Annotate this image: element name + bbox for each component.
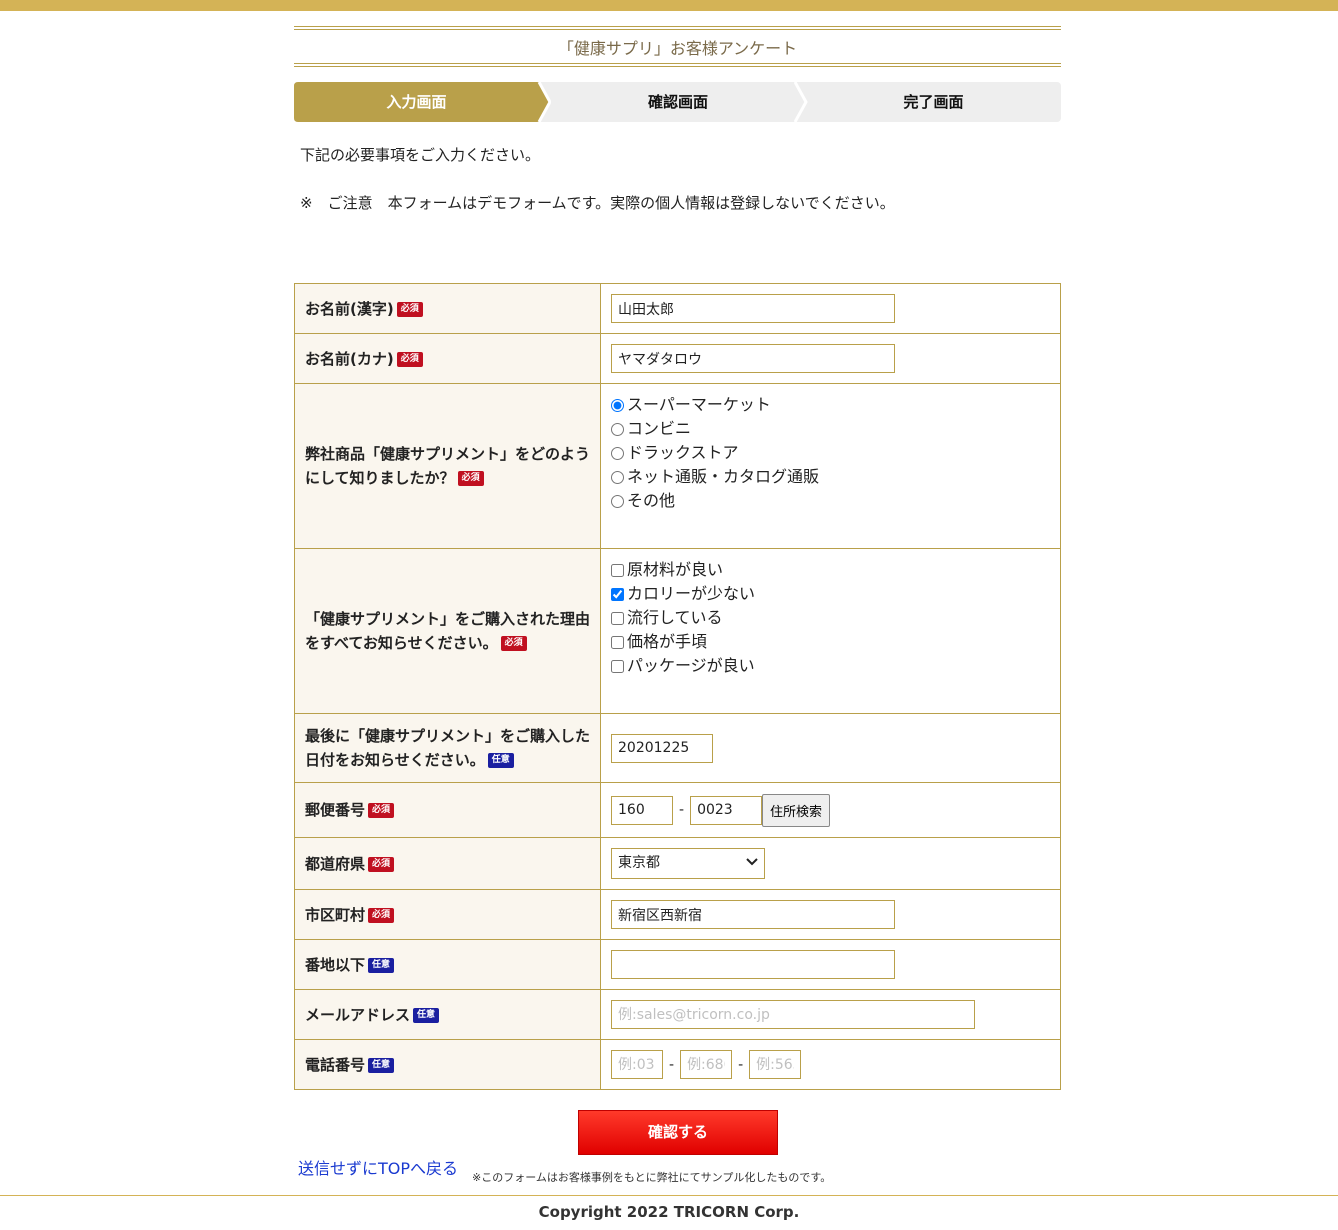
phone-part3-input[interactable] — [749, 1050, 802, 1079]
checkbox-price[interactable] — [611, 635, 624, 649]
reason-option[interactable]: 価格が手頃 — [611, 630, 1050, 654]
reason-option[interactable]: 原材料が良い — [611, 558, 1050, 582]
step-confirm: 確認画面 — [647, 93, 708, 111]
optional-badge: 任意 — [368, 957, 395, 973]
how-known-option[interactable]: ドラックストア — [611, 441, 1050, 465]
confirm-button[interactable]: 確認する — [578, 1110, 778, 1155]
address-input[interactable] — [611, 950, 895, 979]
how-known-option[interactable]: ネット通販・カタログ通販 — [611, 465, 1050, 489]
zip-label: 郵便番号 — [305, 801, 366, 819]
form-row-prefecture: 都道府県 必須 東京都 — [294, 837, 1061, 890]
form-row-name-kanji: お名前(漢字) 必須 — [294, 283, 1061, 334]
phone-separator: - — [669, 1056, 675, 1073]
zip-separator: - — [679, 802, 685, 818]
form-row-phone: 電話番号任意 - - — [294, 1039, 1061, 1090]
radio-convenience[interactable] — [611, 422, 624, 436]
phone-separator: - — [738, 1056, 744, 1073]
radio-supermarket[interactable] — [611, 398, 624, 412]
form-row-zip: 郵便番号必須 - 住所検索 — [294, 782, 1061, 838]
reason-option[interactable]: 流行している — [611, 606, 1050, 630]
radio-online[interactable] — [611, 470, 624, 484]
name-kanji-input[interactable] — [611, 294, 895, 323]
title-box: 「健康サプリ」お客様アンケート — [294, 26, 1061, 67]
progress-steps: 入力画面 確認画面 完了画面 — [294, 82, 1061, 122]
form-row-name-kana: お名前(カナ) 必須 — [294, 333, 1061, 384]
address-label: 番地以下 — [305, 955, 366, 974]
top-accent-bar — [0, 0, 1338, 11]
form-row-reasons: 「健康サプリメント」をご購入された理由をすべてお知らせください。 必須 原材料が良… — [294, 548, 1061, 714]
sample-note: ※このフォームはお客様事例をもとに弊社にてサンプル化したものです。 — [472, 1171, 832, 1184]
form-row-address: 番地以下 任意 — [294, 939, 1061, 990]
last-purchase-label: 最後に「健康サプリメント」をご購入した日付をお知らせください。 — [305, 727, 591, 769]
email-input[interactable] — [611, 1000, 975, 1029]
phone-part1-input[interactable] — [611, 1050, 663, 1079]
radio-drugstore[interactable] — [611, 446, 624, 460]
optional-badge: 任意 — [368, 1057, 395, 1073]
how-known-option[interactable]: その他 — [611, 489, 1050, 513]
back-to-top-link[interactable]: 送信せずにTOPへ戻る — [298, 1155, 458, 1179]
checkbox-ingredients[interactable] — [611, 563, 624, 577]
optional-badge: 任意 — [487, 753, 514, 768]
form-row-email: メールアドレス 任意 — [294, 989, 1061, 1040]
city-label: 市区町村 — [305, 905, 366, 924]
checkbox-trendy[interactable] — [611, 611, 624, 625]
required-badge: 必須 — [396, 301, 423, 317]
address-search-button[interactable]: 住所検索 — [762, 793, 831, 827]
page-title: 「健康サプリ」お客様アンケート — [557, 39, 798, 58]
required-badge: 必須 — [368, 803, 395, 818]
required-badge: 必須 — [500, 636, 527, 651]
phone-label: 電話番号 — [305, 1055, 366, 1074]
step-input: 入力画面 — [386, 93, 447, 111]
last-purchase-input[interactable] — [611, 733, 713, 763]
required-badge: 必須 — [368, 907, 395, 923]
how-known-option[interactable]: コンビニ — [611, 417, 1050, 441]
required-badge: 必須 — [368, 856, 395, 872]
prefecture-select[interactable]: 東京都 — [611, 848, 765, 879]
form-row-last-purchase: 最後に「健康サプリメント」をご購入した日付をお知らせください。 任意 — [294, 713, 1061, 783]
name-kanji-label: お名前(漢字) — [305, 299, 394, 318]
survey-form: お名前(漢字)必須 お名前(カナ)必須 弊社商品「健康サプリメント」をどのように… — [294, 283, 1061, 1090]
name-kana-label: お名前(カナ) — [305, 349, 394, 368]
phone-part2-input[interactable] — [680, 1050, 733, 1079]
optional-badge: 任意 — [413, 1007, 440, 1023]
zip-part2-input[interactable] — [690, 795, 763, 825]
reason-option[interactable]: パッケージが良い — [611, 654, 1050, 678]
copyright: Copyright 2022 TRICORN Corp. — [538, 1203, 800, 1221]
how-known-label: 弊社商品「健康サプリメント」をどのようにして知りましたか？ — [305, 445, 591, 487]
city-input[interactable] — [611, 900, 895, 929]
intro-text: 下記の必要事項をご入力ください。 — [300, 146, 541, 164]
zip-part1-input[interactable] — [611, 795, 673, 825]
step-complete: 完了画面 — [903, 93, 964, 111]
form-row-city: 市区町村 必須 — [294, 889, 1061, 940]
footer-divider — [0, 1195, 1338, 1196]
checkbox-package[interactable] — [611, 659, 624, 673]
how-known-option[interactable]: スーパーマーケット — [611, 393, 1050, 417]
demo-notice: ※ ご注意 本フォームはデモフォームです。実際の個人情報は登録しないでください。 — [300, 194, 895, 212]
name-kana-input[interactable] — [611, 344, 895, 373]
prefecture-label: 都道府県 — [305, 854, 366, 873]
required-badge: 必須 — [457, 471, 484, 486]
chevron-down-icon — [746, 858, 758, 866]
reasons-label: 「健康サプリメント」をご購入された理由をすべてお知らせください。 — [305, 610, 591, 652]
prefecture-selected-value: 東京都 — [618, 855, 660, 871]
reason-option[interactable]: カロリーが少ない — [611, 582, 1050, 606]
checkbox-low-calorie[interactable] — [611, 587, 624, 601]
form-row-how-known: 弊社商品「健康サプリメント」をどのようにして知りましたか？ 必須 スーパーマーケッ… — [294, 383, 1061, 549]
required-badge: 必須 — [396, 351, 423, 367]
email-label: メールアドレス — [305, 1005, 411, 1024]
radio-other[interactable] — [611, 494, 624, 508]
